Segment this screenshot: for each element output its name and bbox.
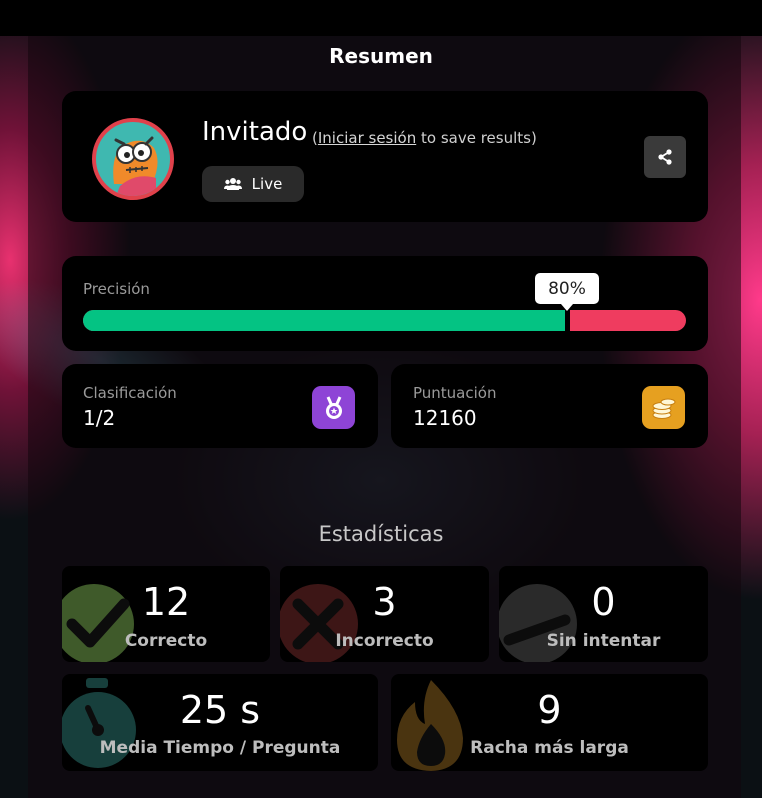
correct-label: Correcto [124,631,208,651]
live-label: Live [251,175,283,193]
unattempted-label: Sin intentar [546,631,661,651]
correct-count: 12 [141,580,191,624]
precision-bar [83,310,686,331]
results-screen: Resumen Invitado (Iniciar sesión to save… [0,0,762,798]
ranking-card: Clasificación 1/2 [62,364,378,448]
incorrect-label: Incorrecto [335,631,434,651]
precision-card: Precisión 80% [62,256,708,351]
live-mode-button[interactable]: Live [202,166,304,202]
score-value: 12160 [413,406,477,430]
avg-time-value: 25 s [179,688,261,732]
stat-longest-streak: 9 Racha más larga [391,674,708,771]
share-button[interactable] [644,136,686,178]
stat-incorrect: 3 Incorrecto [280,566,489,662]
medal-icon [312,386,355,429]
login-link[interactable]: Iniciar sesión [318,129,416,147]
score-card: Puntuación 12160 [391,364,708,448]
coins-icon [642,386,685,429]
player-name: Invitado [202,117,308,147]
score-label: Puntuación [413,384,497,402]
login-suffix: to save results) [416,129,537,147]
precision-label: Precisión [83,280,150,298]
incorrect-count: 3 [372,580,397,624]
users-icon [223,178,242,190]
stat-correct: 12 Correcto [62,566,270,662]
streak-label: Racha más larga [470,738,629,758]
top-bar [0,0,762,36]
precision-bar-correct [83,310,565,331]
stat-avg-time: 25 s Media Tiempo / Pregunta [62,674,378,771]
ranking-value: 1/2 [83,406,116,430]
share-icon [658,149,672,165]
precision-percent-bubble: 80% [535,273,599,311]
stat-unattempted: 0 Sin intentar [499,566,708,662]
unattempted-count: 0 [591,580,616,624]
stats-title: Estadísticas [318,522,444,546]
page-title: Resumen [329,44,433,68]
streak-value: 9 [537,688,562,732]
monster-avatar-icon [92,118,174,200]
precision-bar-divider [565,310,570,331]
ranking-label: Clasificación [83,384,177,402]
avg-time-label: Media Tiempo / Pregunta [99,738,341,758]
profile-card: Invitado (Iniciar sesión to save results… [62,91,708,222]
login-note: (Iniciar sesión to save results) [312,129,537,147]
